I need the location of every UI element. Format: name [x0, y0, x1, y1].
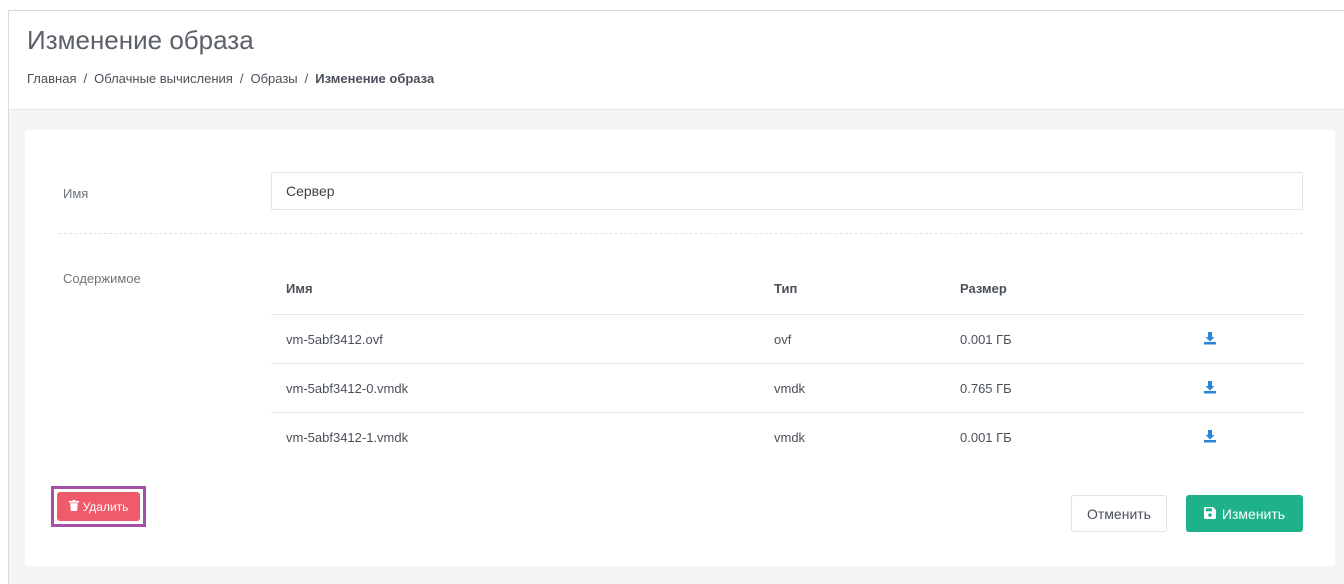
delete-button-label: Удалить [82, 499, 129, 514]
delete-button[interactable]: Удалить [57, 492, 140, 521]
name-input[interactable] [271, 172, 1303, 210]
divider [59, 233, 1303, 234]
breadcrumb-cloud-computing[interactable]: Облачные вычисления [94, 71, 233, 86]
floppy-disk-icon [1203, 506, 1216, 522]
download-icon[interactable] [1203, 380, 1217, 394]
table-row: vm-5abf3412-1.vmdk vmdk 0.001 ГБ [271, 413, 1303, 462]
breadcrumb-current: Изменение образа [315, 71, 435, 86]
breadcrumb-images[interactable]: Образы [250, 71, 297, 86]
file-size: 0.001 ГБ [945, 314, 1188, 364]
cancel-button[interactable]: Отменить [1071, 495, 1167, 532]
column-header-name: Имя [271, 262, 759, 315]
file-type: vmdk [759, 363, 945, 413]
column-header-type: Тип [759, 262, 945, 315]
save-button[interactable]: Изменить [1186, 495, 1303, 532]
column-header-size: Размер [945, 262, 1188, 315]
download-cell [1188, 413, 1303, 462]
file-name: vm-5abf3412-0.vmdk [271, 363, 759, 413]
column-header-actions [1188, 262, 1303, 315]
delete-button-highlight: Удалить [51, 486, 146, 527]
trash-icon [68, 499, 79, 514]
breadcrumb-separator: / [304, 71, 309, 86]
file-size: 0.001 ГБ [960, 429, 1012, 445]
download-cell [1188, 363, 1303, 413]
file-size: 0.765 ГБ [945, 363, 1188, 413]
breadcrumb-separator: / [83, 71, 88, 86]
edit-image-card: Имя Содержимое Имя Тип Размер vm-5abf341… [25, 130, 1335, 566]
files-table: Имя Тип Размер vm-5abf3412.ovf ovf 0.001… [271, 262, 1303, 461]
download-icon[interactable] [1203, 429, 1217, 443]
download-cell [1188, 314, 1303, 364]
file-type: vmdk [774, 429, 806, 445]
breadcrumb-home[interactable]: Главная [27, 71, 76, 86]
page-frame: Изменение образа Главная / Облачные вычисл… [8, 10, 1344, 584]
file-name: vm-5abf3412.ovf [271, 314, 759, 364]
page-title: Изменение образа [27, 25, 254, 55]
name-label: Имя [63, 186, 89, 201]
download-icon[interactable] [1203, 331, 1217, 345]
table-header-row: Имя Тип Размер [271, 262, 1303, 315]
page-header: Изменение образа Главная / Облачные вычисл… [9, 11, 1344, 110]
file-type: ovf [759, 314, 945, 364]
content-label: Содержимое [63, 271, 141, 286]
breadcrumb-separator: / [239, 71, 244, 86]
save-button-label: Изменить [1221, 505, 1286, 522]
table-row: vm-5abf3412-0.vmdk vmdk 0.765 ГБ [271, 363, 1303, 413]
file-name: vm-5abf3412-1.vmdk [286, 429, 409, 445]
table-row: vm-5abf3412.ovf ovf 0.001 ГБ [271, 314, 1303, 364]
breadcrumb: Главная / Облачные вычисления / Образы / Измен… [27, 71, 434, 86]
